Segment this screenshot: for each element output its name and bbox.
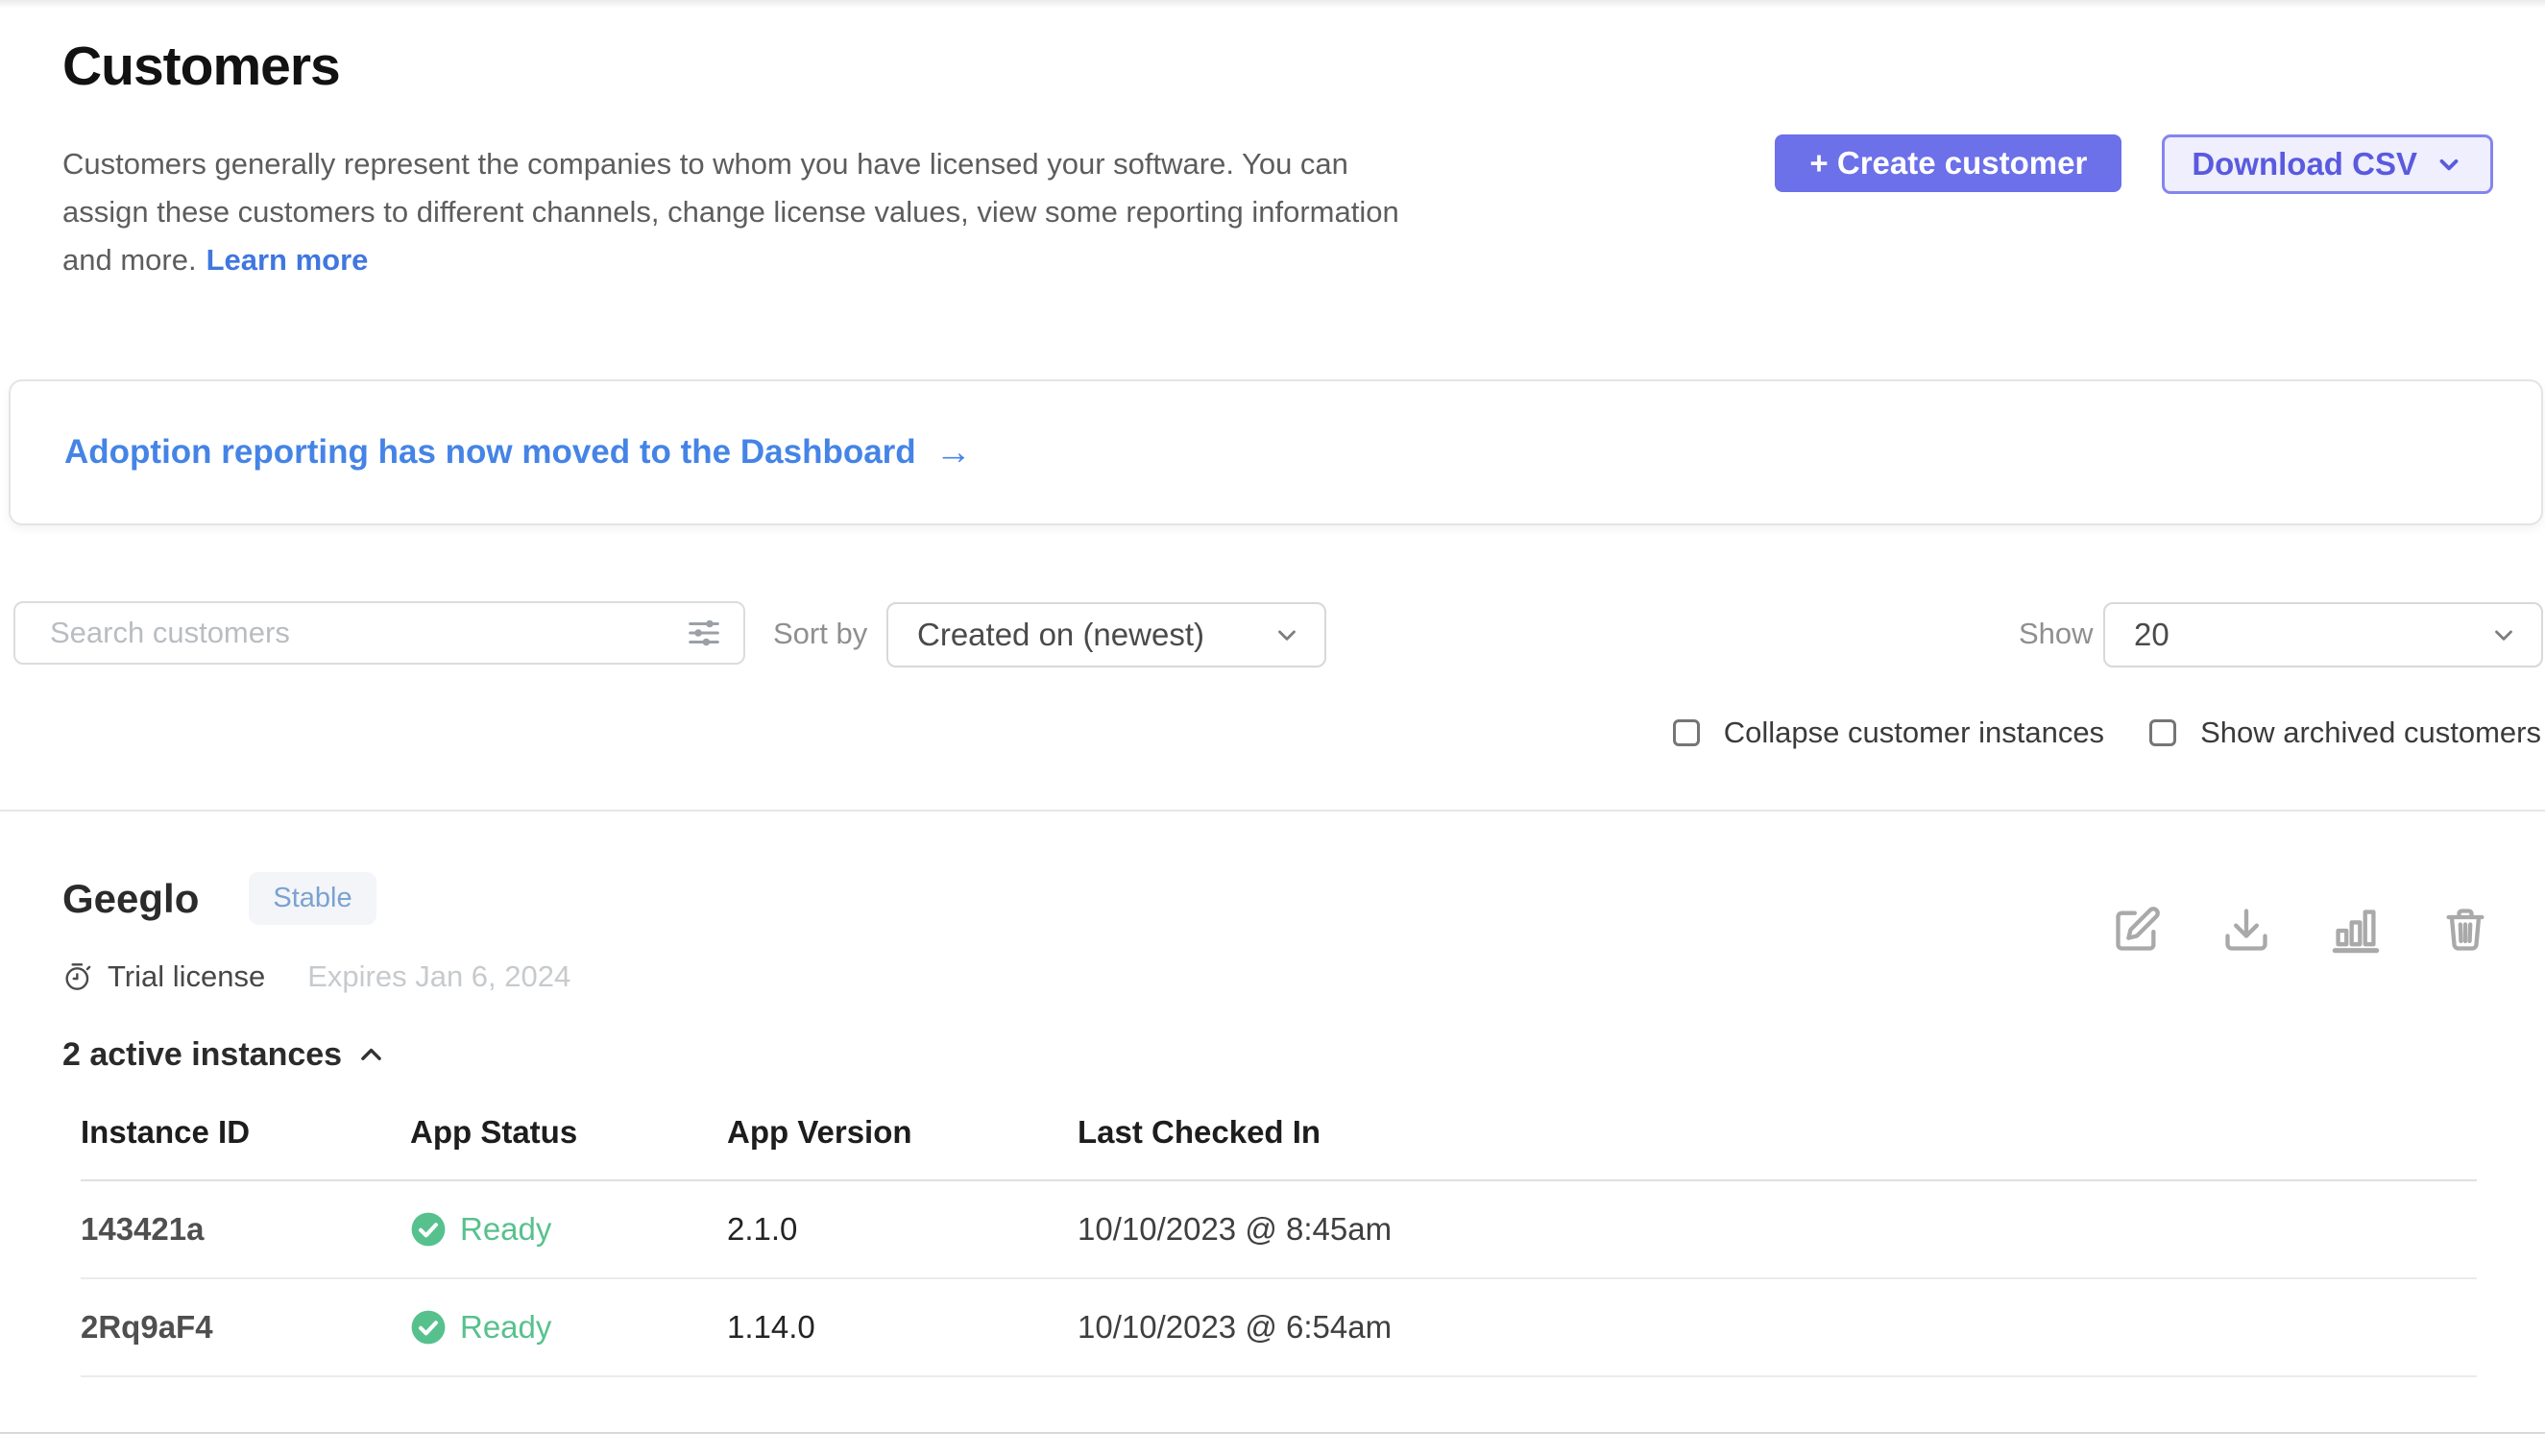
app-status-label: Ready bbox=[460, 1211, 551, 1248]
banner-text: Adoption reporting has now moved to the … bbox=[64, 433, 916, 472]
app-version: 2.1.0 bbox=[727, 1211, 1078, 1248]
show-archived-option[interactable]: Show archived customers bbox=[2149, 716, 2541, 750]
instances-table: Instance ID App Status App Version Last … bbox=[81, 1114, 2477, 1377]
top-edge-strip bbox=[0, 0, 2545, 9]
app-version: 1.14.0 bbox=[727, 1309, 1078, 1346]
app-status: Ready bbox=[410, 1211, 727, 1248]
show-per-page-select[interactable]: 20 bbox=[2103, 602, 2543, 667]
column-header: App Status bbox=[410, 1114, 727, 1151]
column-header: Instance ID bbox=[81, 1114, 410, 1151]
customer-actions bbox=[2112, 905, 2490, 955]
app-status: Ready bbox=[410, 1309, 727, 1346]
learn-more-link[interactable]: Learn more bbox=[206, 243, 369, 277]
check-circle-icon bbox=[410, 1211, 447, 1248]
license-type: Trial license bbox=[108, 959, 265, 994]
collapse-instances-label: Collapse customer instances bbox=[1724, 716, 2104, 750]
column-header: App Version bbox=[727, 1114, 1078, 1151]
customers-page: Customers Customers generally represent … bbox=[0, 0, 2545, 1456]
instance-id: 143421a bbox=[81, 1211, 410, 1248]
chevron-down-icon bbox=[2435, 150, 2463, 179]
app-status-label: Ready bbox=[460, 1309, 551, 1346]
create-customer-button[interactable]: + Create customer bbox=[1775, 134, 2121, 192]
channel-badge: Stable bbox=[249, 872, 376, 925]
show-archived-checkbox[interactable] bbox=[2149, 719, 2176, 746]
collapse-instances-checkbox[interactable] bbox=[1673, 719, 1700, 746]
license-expiration: Expires Jan 6, 2024 bbox=[307, 959, 570, 994]
last-checked-in: 10/10/2023 @ 6:54am bbox=[1078, 1309, 2477, 1346]
edit-icon[interactable] bbox=[2112, 905, 2162, 955]
list-options: Collapse customer instances Show archive… bbox=[1673, 716, 2541, 750]
bottom-divider bbox=[0, 1432, 2545, 1434]
license-info: Trial license Expires Jan 6, 2024 bbox=[62, 959, 2545, 994]
table-row: 2Rq9aF4 Ready 1.14.0 10/10/2023 @ 6:54am bbox=[81, 1279, 2477, 1377]
chevron-down-icon bbox=[1272, 620, 1301, 649]
section-divider bbox=[0, 810, 2545, 812]
download-icon[interactable] bbox=[2221, 905, 2271, 955]
table-header-row: Instance ID App Status App Version Last … bbox=[81, 1114, 2477, 1181]
show-archived-label: Show archived customers bbox=[2200, 716, 2541, 750]
table-row: 143421a Ready 2.1.0 10/10/2023 @ 8:45am bbox=[81, 1181, 2477, 1279]
arrow-right-icon: → bbox=[935, 432, 972, 473]
description-line: assign these customers to different chan… bbox=[62, 188, 1399, 236]
description-line: and more. Learn more bbox=[62, 236, 1399, 284]
chevron-down-icon bbox=[2489, 620, 2518, 649]
show-selected-value: 20 bbox=[2134, 617, 2169, 653]
stopwatch-icon bbox=[62, 961, 93, 992]
description-line: Customers generally represent the compan… bbox=[62, 140, 1399, 188]
trash-icon[interactable] bbox=[2440, 905, 2490, 955]
chevron-up-icon bbox=[358, 1042, 384, 1068]
customer-card: Geeglo Stable bbox=[0, 864, 2545, 1377]
customer-name[interactable]: Geeglo bbox=[62, 876, 199, 922]
check-circle-icon bbox=[410, 1309, 447, 1346]
description-line-text: and more. bbox=[62, 243, 197, 277]
download-csv-label: Download CSV bbox=[2192, 146, 2417, 182]
instance-id: 2Rq9aF4 bbox=[81, 1309, 410, 1346]
search-box bbox=[13, 601, 745, 665]
page-title: Customers bbox=[62, 35, 340, 98]
instances-summary: 2 active instances bbox=[62, 1036, 342, 1074]
sort-by-label: Sort by bbox=[773, 601, 867, 667]
last-checked-in: 10/10/2023 @ 8:45am bbox=[1078, 1211, 2477, 1248]
show-label: Show bbox=[2019, 601, 2094, 667]
sort-selected-value: Created on (newest) bbox=[917, 617, 1204, 653]
instances-toggle[interactable]: 2 active instances bbox=[62, 1036, 2545, 1074]
column-header: Last Checked In bbox=[1078, 1114, 2477, 1151]
filter-sliders-icon[interactable] bbox=[686, 615, 722, 651]
adoption-reporting-banner[interactable]: Adoption reporting has now moved to the … bbox=[9, 379, 2543, 525]
search-input[interactable] bbox=[50, 616, 686, 650]
bar-chart-icon[interactable] bbox=[2331, 905, 2381, 955]
banner-link[interactable]: Adoption reporting has now moved to the … bbox=[64, 432, 972, 473]
header-actions: + Create customer Download CSV bbox=[1775, 134, 2493, 194]
download-csv-button[interactable]: Download CSV bbox=[2162, 134, 2493, 194]
sort-select[interactable]: Created on (newest) bbox=[886, 602, 1326, 667]
page-description: Customers generally represent the compan… bbox=[62, 140, 1399, 284]
collapse-instances-option[interactable]: Collapse customer instances bbox=[1673, 716, 2104, 750]
